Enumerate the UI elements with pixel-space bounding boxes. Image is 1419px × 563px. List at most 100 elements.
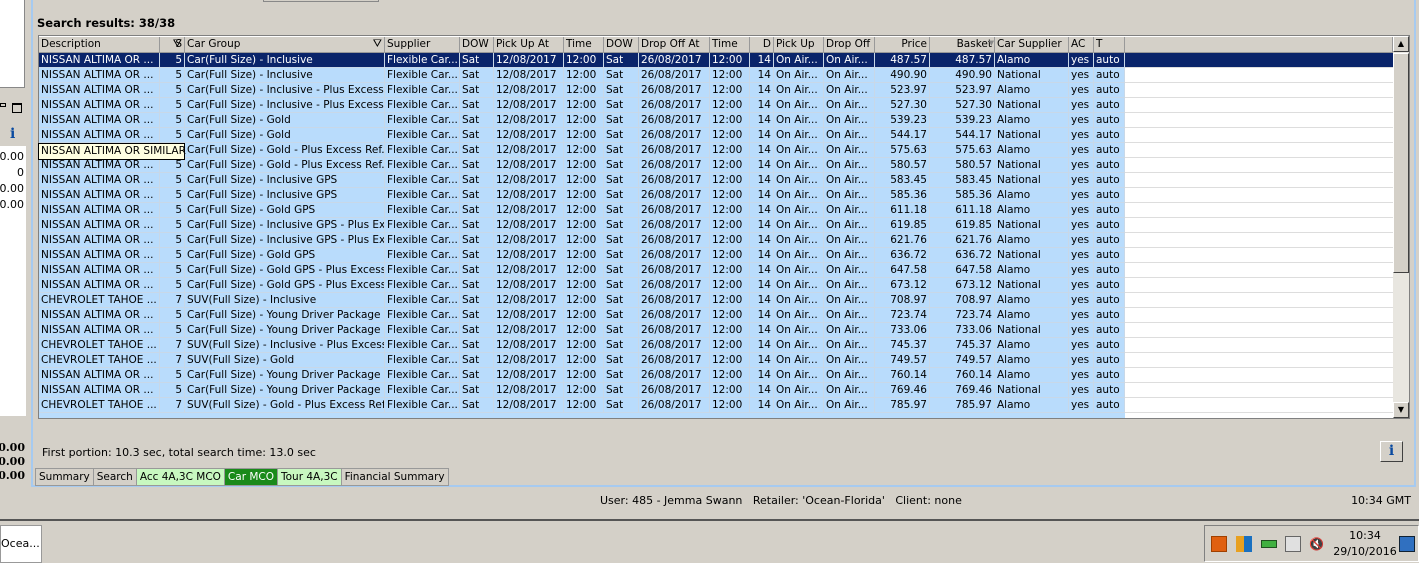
top-button[interactable] [263, 0, 379, 2]
table-row[interactable]: NISSAN ALTIMA OR ... 5 Car(Full Size) - In… [39, 83, 1125, 98]
table-cell: 585.36 [930, 188, 995, 203]
column-header[interactable]: Basket ▾ [930, 37, 995, 53]
restore-icon[interactable] [0, 103, 6, 107]
table-cell: Car(Full Size) - Young Driver Package ..… [185, 323, 385, 338]
volume-muted-icon[interactable]: 🔇 [1309, 536, 1325, 552]
table-cell: 14 [750, 158, 774, 173]
table-cell: Car(Full Size) - Inclusive GPS [185, 173, 385, 188]
table-row[interactable]: NISSAN ALTIMA OR ... 5 Car(Full Size) - In… [39, 53, 1125, 68]
table-cell: auto [1094, 338, 1125, 353]
table-cell: 544.17 [930, 128, 995, 143]
column-header[interactable]: DOW [604, 37, 639, 53]
java-icon[interactable] [1211, 536, 1227, 552]
column-header[interactable]: D [750, 37, 774, 53]
tab-acc-4a-3c-mco[interactable]: Acc 4A,3C MCO [136, 468, 225, 486]
table-row[interactable] [39, 413, 1125, 418]
network-card-icon[interactable] [1261, 540, 1277, 548]
table-row[interactable]: NISSAN ALTIMA OR ...5Car(Full Size) - Go… [39, 248, 1125, 263]
table-row[interactable]: NISSAN ALTIMA OR ... 5 Car(Full Size) - In… [39, 173, 1125, 188]
scrollbar-thumb[interactable] [1393, 53, 1409, 273]
table-row[interactable]: NISSAN ALTIMA OR ... 5 Car(Full Size) - Yo… [39, 308, 1125, 323]
table-row[interactable]: NISSAN ALTIMA OR ...5Car(Full Size) - Go… [39, 158, 1125, 173]
table-cell: 5 [160, 263, 185, 278]
column-header[interactable]: Pick Up At [494, 37, 564, 53]
table-row[interactable]: NISSAN ALTIMA OR ... 5 Car(Full Size) - In… [39, 68, 1125, 83]
column-header[interactable]: DOW [460, 37, 494, 53]
row-filler [1125, 383, 1393, 398]
table-row[interactable]: CHEVROLET TAHOE ... 7 SUV(Full Size) - Gol… [39, 398, 1125, 413]
table-row[interactable]: NISSAN ALTIMA OR ... 5 Car(Full Size) - In… [39, 188, 1125, 203]
scroll-down-icon[interactable]: ▼ [1393, 402, 1409, 418]
table-row[interactable]: NISSAN ALTIMA OR ... 5 Car(Full Size) - Yo… [39, 368, 1125, 383]
table-cell: 583.45 [930, 173, 995, 188]
column-header[interactable]: Drop Off At [639, 37, 710, 53]
table-cell: National [995, 218, 1069, 233]
column-header[interactable]: T [1094, 37, 1125, 53]
table-cell: 26/08/2017 [639, 308, 710, 323]
table-cell: auto [1094, 248, 1125, 263]
table-cell: On Air... [824, 278, 875, 293]
table-row[interactable]: CHEVROLET TAHOE ... 7 SUV(Full Size) - Inc… [39, 338, 1125, 353]
info-button[interactable]: i [1380, 441, 1403, 462]
scroll-up-icon[interactable]: ▲ [1393, 36, 1409, 52]
table-row[interactable]: NISSAN ALTIMA OR ... 5 Car(Full Size) - In… [39, 98, 1125, 113]
maximize-icon[interactable] [12, 103, 22, 113]
network-connection-icon[interactable] [1285, 536, 1301, 552]
table-row[interactable]: NISSAN ALTIMA OR ...5Car(Full Size) - Go… [39, 128, 1125, 143]
column-header[interactable]: Supplier [385, 37, 460, 53]
table-cell: 575.63 [875, 143, 930, 158]
table-row[interactable]: CHEVROLET TAHOE ... 7 SUV(Full Size) - Inc… [39, 293, 1125, 308]
avg-antivirus-icon[interactable] [1236, 536, 1252, 552]
table-row[interactable]: NISSAN ALTIMA OR ...5Car(Full Size) - Go… [39, 278, 1125, 293]
table-cell: 26/08/2017 [639, 188, 710, 203]
column-header[interactable]: AC [1069, 37, 1094, 53]
filter-icon[interactable]: ⛛ [373, 37, 382, 51]
left-values: 0.00 0 0.00 0.00 [0, 146, 26, 416]
table-row[interactable]: NISSAN ALTIMA OR ... 5 Car(Full Size) - In… [39, 218, 1125, 233]
table-cell: On Air... [774, 398, 824, 413]
show-desktop-icon[interactable] [1399, 536, 1415, 552]
column-header[interactable]: Time [710, 37, 750, 53]
column-header[interactable]: Drop Off [824, 37, 875, 53]
table-row[interactable]: NISSAN ALTIMA OR ...5Car(Full Size) - Go… [39, 143, 1125, 158]
tab-car-mco[interactable]: Car MCO [224, 468, 278, 486]
clock[interactable]: 10:34 29/10/2016 [1333, 528, 1397, 560]
table-row[interactable]: NISSAN ALTIMA OR ... 5 Car(Full Size) - In… [39, 233, 1125, 248]
vertical-scrollbar[interactable]: ▲ ▼ [1393, 36, 1409, 418]
table-row[interactable]: NISSAN ALTIMA OR ... 5 Car(Full Size) - Yo… [39, 323, 1125, 338]
table-row[interactable]: NISSAN ALTIMA OR ...5Car(Full Size) - Go… [39, 113, 1125, 128]
table-cell: Flexible Car... [385, 53, 460, 68]
table-cell: 14 [750, 233, 774, 248]
row-filler [1125, 233, 1393, 248]
table-cell: On Air... [824, 263, 875, 278]
info-icon[interactable]: i [10, 126, 15, 142]
tab-search[interactable]: Search [93, 468, 137, 486]
table-cell: NISSAN ALTIMA OR ... [39, 188, 160, 203]
column-header[interactable]: Price [875, 37, 930, 53]
table-row[interactable]: NISSAN ALTIMA OR ...5Car(Full Size) - Go… [39, 203, 1125, 218]
table-cell: 12:00 [564, 83, 604, 98]
table-row[interactable]: NISSAN ALTIMA OR ... 5 Car(Full Size) - Yo… [39, 383, 1125, 398]
taskbar-app-button[interactable]: Ocea... [0, 525, 42, 563]
table-cell: yes [1069, 83, 1094, 98]
column-header[interactable]: Car Supplier [995, 37, 1069, 53]
column-header[interactable]: S ⛛ [160, 37, 185, 53]
tab-tour-4a-3c[interactable]: Tour 4A,3C [278, 468, 342, 486]
table-cell: auto [1094, 398, 1125, 413]
tab-financial-summary[interactable]: Financial Summary [341, 468, 449, 486]
table-cell: 733.06 [930, 323, 995, 338]
table-cell: 5 [160, 173, 185, 188]
table-cell: yes [1069, 248, 1094, 263]
table-cell: On Air... [824, 368, 875, 383]
column-header[interactable]: Time [564, 37, 604, 53]
table-cell: Sat [460, 218, 494, 233]
table-row[interactable]: CHEVROLET TAHOE ... 7 SUV(Full Size) - Gol… [39, 353, 1125, 368]
column-header[interactable]: Pick Up [774, 37, 824, 53]
column-header[interactable]: Car Group ⛛ [185, 37, 385, 53]
filter-icon[interactable]: ⛛ [173, 37, 182, 51]
table-cell: On Air... [774, 113, 824, 128]
column-header[interactable]: Description [39, 37, 160, 53]
tab-summary[interactable]: Summary [35, 468, 94, 486]
table-row[interactable]: NISSAN ALTIMA OR ...5Car(Full Size) - Go… [39, 263, 1125, 278]
table-cell: 14 [750, 308, 774, 323]
